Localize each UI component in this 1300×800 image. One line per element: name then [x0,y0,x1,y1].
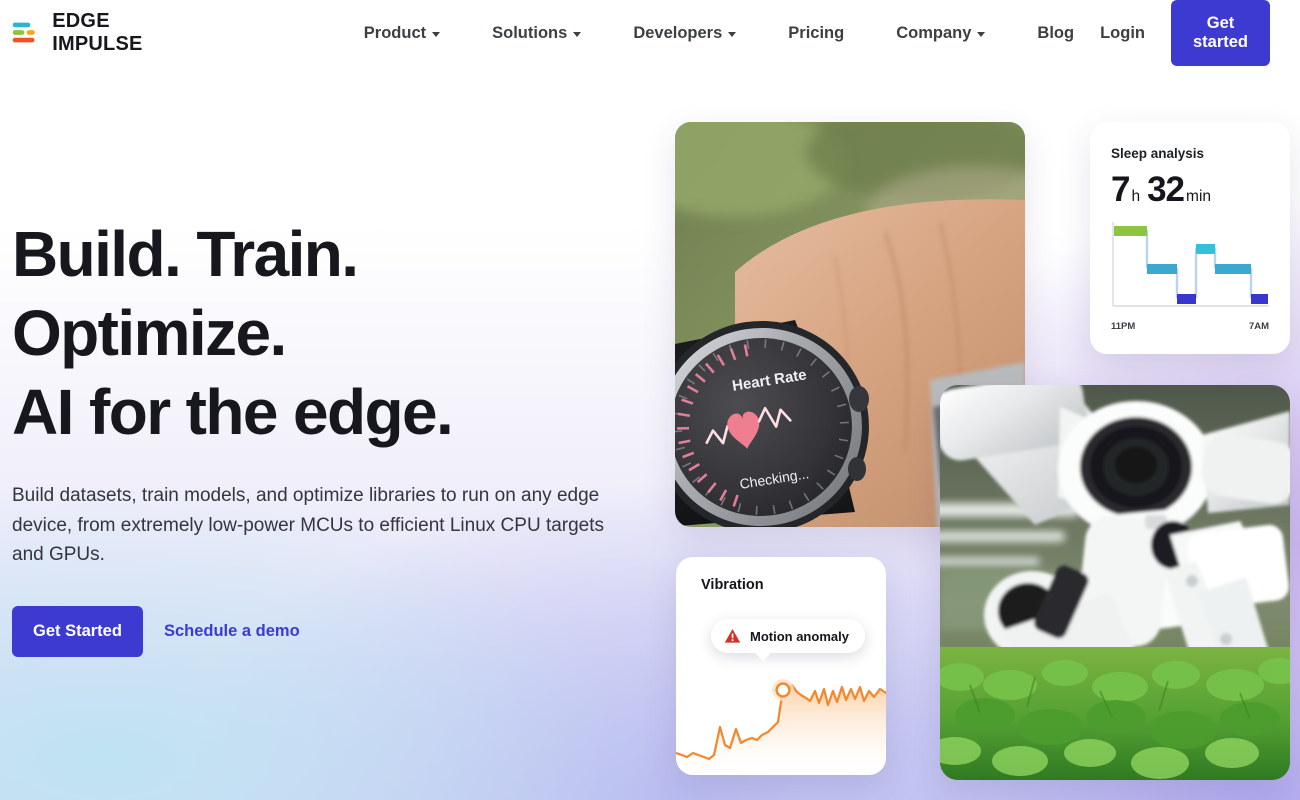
nav-item-solutions[interactable]: Solutions [466,16,607,51]
nav-item-company[interactable]: Company [870,16,1011,51]
sleep-minutes: 32 [1147,170,1185,209]
vibration-signal-chart [676,679,886,775]
nav-label: Solutions [492,23,568,42]
motion-anomaly-label: Motion anomaly [750,628,849,644]
sleep-card-title: Sleep analysis [1111,146,1205,161]
chevron-down-icon [573,31,582,37]
nav-item-pricing[interactable]: Pricing [762,16,870,51]
sleep-hours: 7 [1111,170,1130,209]
vibration-card: Vibration Motion anomaly [676,557,886,775]
hero-actions: Get Started Schedule a demo [12,605,662,657]
hero-title-line-2: Optimize. [12,297,287,369]
header-get-started-button[interactable]: Get started [1170,0,1270,66]
sleep-stages-chart [1112,222,1269,307]
sleep-minutes-unit: min [1186,188,1212,205]
schedule-demo-link[interactable]: Schedule a demo [164,622,300,641]
anomaly-marker [775,682,791,698]
brand-logo[interactable]: EDGE IMPULSE [12,10,180,56]
nav-item-developers[interactable]: Developers [607,16,762,51]
chevron-down-icon [432,31,441,37]
hero-subtitle: Build datasets, train models, and optimi… [12,485,605,565]
hero-title-line-1: Build. Train. [12,218,359,290]
chevron-down-icon [728,31,737,37]
sleep-analysis-card: Sleep analysis 7 h 32 min 11PM 7AM [1090,122,1290,354]
sleep-segment-awake [1114,226,1147,236]
brand-name: EDGE IMPULSE [52,10,143,55]
robot-photo [940,385,1290,780]
nav-label: Pricing [788,23,845,42]
site-header: EDGE IMPULSE Product Solutions Developer… [0,0,1300,66]
page-root: EDGE IMPULSE Product Solutions Developer… [0,0,1300,800]
sleep-chart-axis: 11PM 7AM [1111,321,1269,332]
hero-title-line-3: AI for the edge. [12,376,454,448]
nav-label: Blog [1037,23,1075,42]
nav-label: Company [896,23,972,42]
sleep-axis-start: 11PM [1111,321,1136,332]
nav-label: Product [363,23,427,42]
tooltip-arrow [754,652,772,661]
sleep-duration-value: 7 h 32 min [1111,170,1269,210]
sleep-segment-light-1 [1147,264,1177,274]
nav-item-blog[interactable]: Blog [1011,16,1100,51]
warning-triangle-icon [724,629,741,643]
page-title: Build. Train. Optimize. AI for the edge. [12,215,662,452]
sleep-segment-rem [1196,244,1215,254]
main-navigation: Product Solutions Developers Pricing Com… [338,16,1100,51]
header-actions: Login Get started [1100,0,1288,66]
sleep-axis-end: 7AM [1248,321,1269,332]
hero-content: Build. Train. Optimize. AI for the edge.… [12,215,662,657]
sleep-segment-light-2 [1215,264,1251,274]
agriculture-robot-illustration [940,385,1290,780]
vibration-card-title: Vibration [701,577,764,593]
login-link[interactable]: Login [1100,24,1145,43]
nav-label: Developers [633,23,723,42]
get-started-button[interactable]: Get Started [12,605,143,657]
sleep-segment-deep-1 [1177,294,1196,304]
nav-item-product[interactable]: Product [338,16,466,51]
chevron-down-icon [977,31,986,37]
sleep-segment-deep-2 [1251,294,1268,304]
motion-anomaly-tooltip: Motion anomaly [711,619,865,661]
sleep-hours-unit: h [1131,188,1141,205]
edge-impulse-logo-icon [12,22,35,43]
